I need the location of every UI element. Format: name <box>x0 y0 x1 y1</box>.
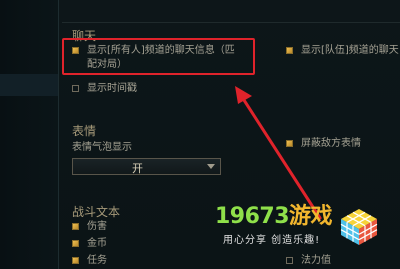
watermark: 19673游戏 用心分享 创造乐趣! <box>215 204 333 247</box>
watermark-brand: 游戏 <box>289 204 333 229</box>
watermark-cube-logo-icon <box>340 209 378 245</box>
watermark-number: 19673 <box>215 204 290 229</box>
watermark-title: 19673游戏 <box>215 204 333 229</box>
watermark-slogan: 用心分享 创造乐趣! <box>223 235 321 246</box>
